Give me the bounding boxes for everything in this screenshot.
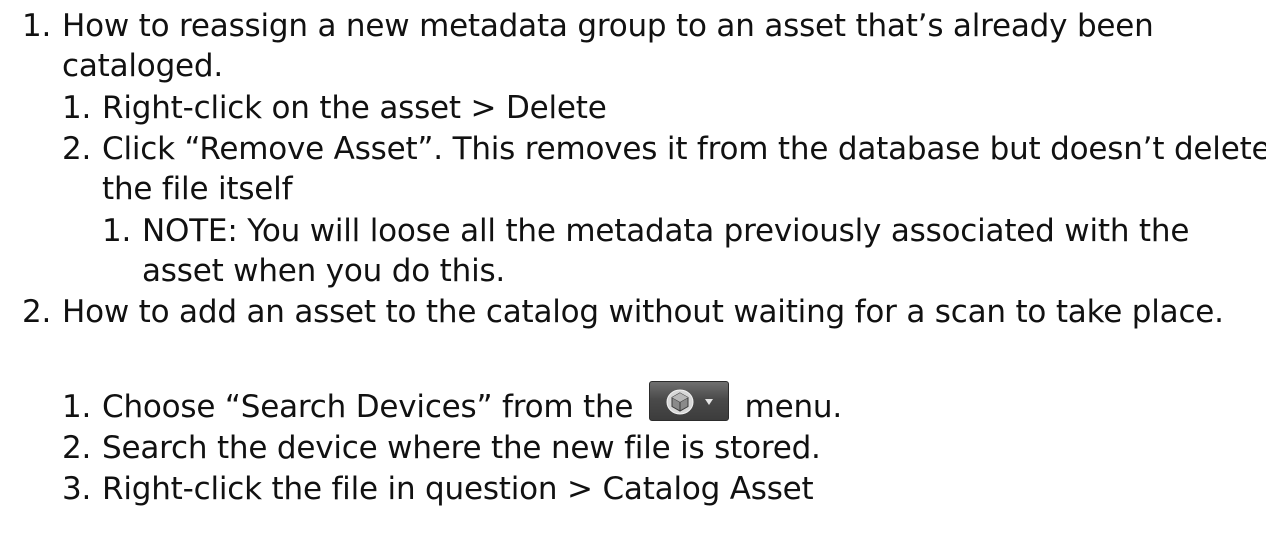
- list-number: 2.: [62, 131, 92, 167]
- list-item-line: How to reassign a new metadata group to …: [62, 8, 1154, 44]
- list-item-text: How to reassign a new metadata group to …: [62, 6, 1154, 86]
- list-item-text: Click “Remove Asset”. This removes it fr…: [102, 129, 1266, 209]
- list-item-text-after-icon: menu.: [734, 389, 843, 425]
- list-number: 1.: [62, 389, 92, 425]
- list-item-line: NOTE: You will loose all the metadata pr…: [142, 213, 1190, 249]
- list-number: 1.: [102, 213, 132, 249]
- list-item-line: cataloged.: [62, 48, 224, 84]
- list-item-line: the file itself: [102, 171, 293, 207]
- list-item-text: Choose “Search Devices” from the menu.: [102, 381, 843, 427]
- list-item-line: asset when you do this.: [142, 253, 506, 289]
- list-number: 2.: [22, 294, 52, 330]
- document-page: 1. How to reassign a new metadata group …: [0, 0, 1266, 552]
- list-item-text-before-icon: Choose “Search Devices” from the: [102, 389, 643, 425]
- devices-dropdown-icon[interactable]: [648, 381, 729, 421]
- list-item-text: NOTE: You will loose all the metadata pr…: [142, 211, 1189, 291]
- list-number: 2.: [62, 430, 92, 466]
- list-item-line: Click “Remove Asset”. This removes it fr…: [102, 131, 1266, 167]
- list-item-text: How to add an asset to the catalog witho…: [62, 294, 1224, 330]
- list-number: 3.: [62, 471, 92, 507]
- list-item-text: Search the device where the new file is …: [102, 430, 821, 466]
- list-item-text: Right-click on the asset > Delete: [102, 90, 607, 126]
- list-item-text: Right-click the file in question > Catal…: [102, 471, 814, 507]
- list-number: 1.: [22, 8, 52, 44]
- list-number: 1.: [62, 90, 92, 126]
